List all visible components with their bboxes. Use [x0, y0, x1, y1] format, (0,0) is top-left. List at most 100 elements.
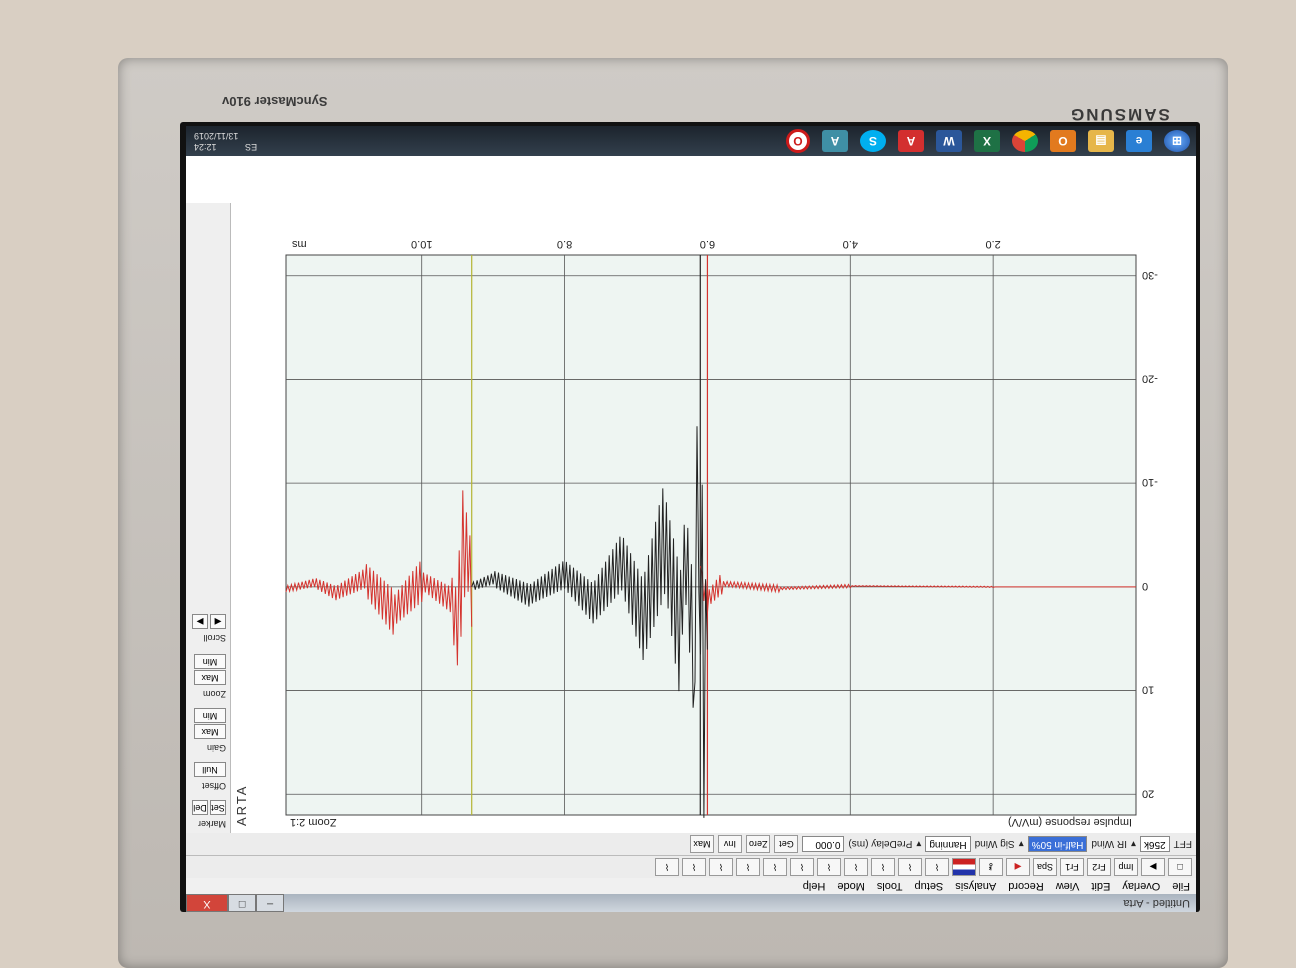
fr2-button[interactable]: Fr2: [1087, 858, 1111, 876]
gain-min-button[interactable]: Min: [194, 708, 226, 723]
y-axis-label: Impulse response (mV/V): [1008, 816, 1132, 828]
acrobat-icon[interactable]: A: [898, 130, 924, 152]
side-panel: Marker Set Del Offset Null Gain Max Min …: [186, 203, 231, 833]
title-bar: Untitled - Arta – □ X: [186, 894, 1196, 912]
play-icon[interactable]: ▶: [1141, 858, 1165, 876]
y-tick-label: 10: [1142, 684, 1154, 696]
clock-time[interactable]: 12:24: [194, 142, 217, 152]
ie-icon[interactable]: e: [1126, 130, 1152, 152]
y-tick-label: 0: [1142, 580, 1148, 592]
x-tick-label: 8.0: [557, 238, 572, 250]
scroll-right-button[interactable]: ▶: [192, 614, 208, 629]
gain-label: Gain: [206, 743, 226, 753]
opera-icon[interactable]: O: [786, 129, 810, 153]
imp-button[interactable]: Imp: [1114, 858, 1138, 876]
y-tick-label: -20: [1142, 372, 1158, 384]
plot-background: [285, 254, 1137, 816]
x-tick-label: 4.0: [843, 238, 858, 250]
menu-overlay[interactable]: Overlay: [1122, 880, 1160, 892]
zoom-min-button[interactable]: Min: [194, 654, 226, 669]
get-button[interactable]: Get: [774, 835, 799, 853]
menu-view[interactable]: View: [1056, 880, 1080, 892]
zoom-max-button[interactable]: Max: [194, 670, 226, 685]
menu-edit[interactable]: Edit: [1091, 880, 1110, 892]
chart-tool-10-icon[interactable]: ⌇: [682, 858, 706, 876]
dropdown-arrow-icon[interactable]: ▾: [1131, 839, 1136, 850]
chart-tool-11-icon[interactable]: ⌇: [655, 858, 679, 876]
chart-tool-7-icon[interactable]: ⌇: [763, 858, 787, 876]
inv-button[interactable]: Inv: [717, 835, 742, 853]
marker-del-button[interactable]: Del: [192, 800, 208, 815]
maximize-button[interactable]: □: [228, 894, 256, 912]
office-icon[interactable]: O: [1050, 130, 1076, 152]
predelay-label: PreDelay (ms): [848, 838, 913, 850]
plot-area[interactable]: 2.0 4.0 6.0 8.0 10.0 ms -30 -20 -10 0 10 20 Impulse …: [230, 203, 1196, 833]
zero-button[interactable]: Zero: [745, 835, 771, 853]
menu-analysis[interactable]: Analysis: [955, 880, 996, 892]
monitor-model: SyncMaster 910v: [222, 94, 328, 109]
x-axis-unit: ms: [292, 238, 307, 250]
menu-file[interactable]: File: [1172, 880, 1190, 892]
arta-icon[interactable]: A: [822, 130, 848, 152]
chart-tool-5-icon[interactable]: ⌇: [817, 858, 841, 876]
taskbar: ⊞ e ▤ O X W A S A O ES 12:24 13/11/2019: [186, 126, 1196, 156]
fr1-button[interactable]: Fr1: [1060, 858, 1084, 876]
key-icon[interactable]: ⚷: [979, 858, 1003, 876]
screen: Untitled - Arta – □ X File Overlay Edit …: [186, 126, 1196, 912]
windows-start-icon[interactable]: ⊞: [1164, 130, 1190, 152]
monitor-brand: SAMSUNG: [1069, 105, 1170, 124]
spa-button[interactable]: Spa: [1033, 858, 1057, 876]
chrome-icon[interactable]: [1012, 130, 1038, 152]
sig-wind-select[interactable]: Hanning: [925, 836, 971, 852]
system-tray: ES 12:24 13/11/2019: [194, 130, 257, 152]
y-tick-label: -10: [1142, 476, 1158, 488]
offset-label: Offset: [202, 781, 226, 791]
gain-max-button[interactable]: Max: [194, 724, 226, 739]
new-file-icon[interactable]: □: [1168, 858, 1192, 876]
x-tick-label: 6.0: [700, 238, 715, 250]
y-tick-label: -30: [1142, 269, 1158, 281]
chart-tool-8-icon[interactable]: ⌇: [736, 858, 760, 876]
chart-tool-4-icon[interactable]: ⌇: [844, 858, 868, 876]
clock-date[interactable]: 13/11/2019: [194, 130, 257, 141]
zoom-text: Zoom 2:1: [290, 816, 336, 828]
menu-record[interactable]: Record: [1008, 880, 1043, 892]
language-indicator[interactable]: ES: [245, 142, 257, 152]
zoom-label: Zoom: [202, 689, 226, 699]
predelay-input[interactable]: 0.000: [802, 836, 845, 852]
chart-tool-3-icon[interactable]: ⌇: [871, 858, 895, 876]
chart-tool-2-icon[interactable]: ⌇: [898, 858, 922, 876]
marker-set-button[interactable]: Set: [210, 800, 226, 815]
word-icon[interactable]: W: [936, 130, 962, 152]
skype-icon[interactable]: S: [860, 130, 886, 152]
marker-label: Marker: [197, 819, 226, 829]
minimize-button[interactable]: –: [256, 894, 284, 912]
x-tick-label: 10.0: [411, 238, 432, 250]
scroll-left-button[interactable]: ◀: [210, 614, 226, 629]
toolbar-primary: □ ▶ Imp Fr2 Fr1 Spa ◀ ⚷ ⌇ ⌇ ⌇ ⌇ ⌇ ⌇ ⌇ ⌇ …: [186, 855, 1196, 878]
menu-mode[interactable]: Mode: [837, 880, 865, 892]
dropdown-arrow-icon[interactable]: ▾: [916, 839, 921, 850]
flag-icon[interactable]: [952, 858, 976, 876]
arta-vertical-label: ARTA: [234, 784, 249, 826]
explorer-icon[interactable]: ▤: [1088, 130, 1114, 152]
menu-help[interactable]: Help: [803, 880, 826, 892]
chart-tool-1-icon[interactable]: ⌇: [925, 858, 949, 876]
menu-bar: File Overlay Edit View Record Analysis S…: [186, 878, 1196, 894]
max-button[interactable]: Max: [689, 835, 714, 853]
window-controls: – □ X: [186, 894, 284, 912]
sig-wind-label: Sig Wind: [974, 838, 1015, 850]
window-title: Untitled - Arta: [1123, 897, 1190, 909]
chart-tool-6-icon[interactable]: ⌇: [790, 858, 814, 876]
record-icon[interactable]: ◀: [1006, 858, 1030, 876]
close-button[interactable]: X: [186, 894, 228, 912]
menu-setup[interactable]: Setup: [915, 880, 944, 892]
ir-wind-select[interactable]: Half-in 50%: [1027, 836, 1088, 852]
dropdown-arrow-icon[interactable]: ▾: [1019, 839, 1024, 850]
offset-null-button[interactable]: Null: [194, 762, 226, 777]
toolbar-settings: FFT 256k ▾ IR Wind Half-in 50% ▾ Sig Win…: [186, 832, 1196, 855]
fft-select[interactable]: 256k: [1139, 836, 1170, 852]
menu-tools[interactable]: Tools: [877, 880, 903, 892]
chart-tool-9-icon[interactable]: ⌇: [709, 858, 733, 876]
excel-icon[interactable]: X: [974, 130, 1000, 152]
